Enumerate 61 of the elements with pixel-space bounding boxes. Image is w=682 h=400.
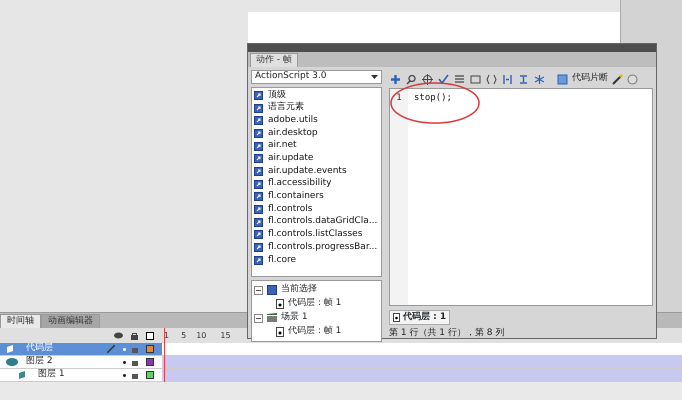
library-item[interactable]: 顶级 bbox=[268, 88, 286, 102]
layer-name: 图层 1 bbox=[38, 368, 66, 382]
frame-number: 1 bbox=[164, 330, 170, 342]
tree-item[interactable]: 场景 1 bbox=[281, 311, 308, 325]
library-item[interactable]: air.update.events bbox=[268, 164, 347, 178]
outline-icon bbox=[146, 332, 154, 340]
layer-name: 图层 2 bbox=[26, 355, 54, 368]
language-dropdown[interactable]: ActionScript 3.0 bbox=[251, 70, 382, 84]
clapper-icon bbox=[267, 313, 277, 323]
library-item[interactable]: fl.controls.listClasses bbox=[268, 228, 362, 242]
layer-row[interactable]: 图层 1 bbox=[0, 369, 162, 382]
library-item[interactable]: air.net bbox=[268, 139, 297, 153]
library-item[interactable]: fl.accessibility bbox=[268, 177, 332, 191]
library-item[interactable]: air.update bbox=[268, 152, 314, 166]
add-icon[interactable] bbox=[390, 74, 401, 84]
expand-toggle[interactable] bbox=[254, 314, 263, 322]
frame-number: 5 bbox=[181, 330, 186, 342]
snippet-icon[interactable] bbox=[557, 74, 568, 84]
visibility-dot bbox=[123, 348, 126, 350]
lines-icon[interactable] bbox=[454, 74, 465, 84]
library-item[interactable]: fl.core bbox=[268, 254, 296, 268]
snippets-link[interactable]: 代码片断 bbox=[572, 72, 608, 86]
line-number: 1 bbox=[395, 92, 403, 105]
frame-number: 15 bbox=[220, 330, 231, 342]
visibility-dot bbox=[123, 360, 126, 364]
frame-icon bbox=[393, 312, 400, 322]
visibility-dot bbox=[123, 374, 126, 376]
frame-number: 10 bbox=[196, 330, 206, 342]
lock-icon bbox=[131, 332, 138, 340]
layer-row[interactable]: 图层 2 bbox=[0, 356, 162, 369]
guide-layer-icon bbox=[6, 357, 18, 367]
brackets-icon[interactable] bbox=[486, 74, 497, 84]
library-item[interactable]: fl.containers bbox=[268, 190, 324, 204]
code-editor[interactable]: 1 stop(); bbox=[389, 88, 653, 306]
crosshair-icon[interactable] bbox=[422, 74, 433, 84]
tree-item[interactable]: 当前选择 bbox=[281, 283, 317, 297]
library-item[interactable]: fl.controls.progressBar... bbox=[268, 240, 378, 254]
eye-icon bbox=[114, 332, 123, 339]
library-item[interactable]: adobe.utils bbox=[268, 114, 318, 128]
expand-toggle[interactable] bbox=[254, 286, 263, 294]
library-item[interactable]: air.desktop bbox=[268, 126, 318, 140]
asterisk-icon[interactable] bbox=[534, 74, 545, 84]
script-tab[interactable]: 代码层 : 1 bbox=[389, 310, 450, 324]
check-icon[interactable] bbox=[438, 74, 449, 84]
wand-icon[interactable] bbox=[612, 74, 623, 84]
status-text: 第 1 行（共 1 行），第 8 列 bbox=[389, 327, 506, 340]
layer-name: 代码层 bbox=[26, 342, 54, 356]
frame-icon bbox=[276, 327, 284, 337]
frame-icon bbox=[276, 299, 284, 309]
library-item[interactable]: fl.controls.dataGridCla... bbox=[268, 215, 378, 229]
timeline-tab[interactable]: 时间轴 bbox=[0, 314, 41, 328]
tree-item[interactable]: 代码层 : 帧 1 bbox=[288, 297, 342, 311]
pencil-icon bbox=[107, 345, 115, 353]
library-item[interactable]: 语言元素 bbox=[268, 101, 304, 115]
search-icon[interactable] bbox=[406, 74, 417, 84]
timeline-tab[interactable]: 动画编辑器 bbox=[41, 314, 100, 328]
panel-tab[interactable]: 动作 - 帧 bbox=[250, 53, 298, 67]
library-item[interactable]: fl.controls bbox=[268, 202, 312, 216]
tree-item[interactable]: 代码层 : 帧 1 bbox=[288, 325, 342, 339]
code-line: stop(); bbox=[414, 92, 452, 105]
caret-icon bbox=[371, 75, 378, 79]
